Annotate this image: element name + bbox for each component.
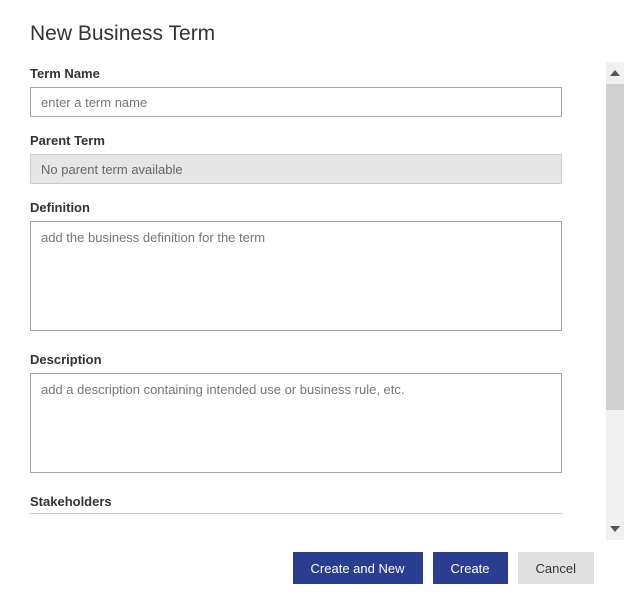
field-term-name: Term Name <box>30 66 562 117</box>
description-textarea[interactable] <box>30 373 562 473</box>
field-description: Description <box>30 352 562 478</box>
create-button[interactable]: Create <box>433 552 508 584</box>
vertical-scrollbar[interactable] <box>606 62 624 540</box>
scroll-thumb[interactable] <box>606 84 624 410</box>
description-label: Description <box>30 352 562 367</box>
term-name-label: Term Name <box>30 66 562 81</box>
dialog-button-row: Create and New Create Cancel <box>293 552 594 584</box>
stakeholders-header: Stakeholders <box>30 494 562 514</box>
cancel-button[interactable]: Cancel <box>518 552 594 584</box>
definition-label: Definition <box>30 200 562 215</box>
dialog-content: New Business Term Term Name Parent Term … <box>0 0 592 514</box>
dialog-new-business-term: New Business Term Term Name Parent Term … <box>0 0 624 604</box>
create-and-new-button[interactable]: Create and New <box>293 552 423 584</box>
parent-term-input <box>30 154 562 184</box>
field-definition: Definition <box>30 200 562 336</box>
parent-term-label: Parent Term <box>30 133 562 148</box>
page-title: New Business Term <box>30 22 562 46</box>
field-parent-term: Parent Term <box>30 133 562 184</box>
scroll-down-arrow-icon[interactable] <box>606 518 624 540</box>
scroll-up-arrow-icon[interactable] <box>606 62 624 84</box>
definition-textarea[interactable] <box>30 221 562 331</box>
term-name-input[interactable] <box>30 87 562 117</box>
